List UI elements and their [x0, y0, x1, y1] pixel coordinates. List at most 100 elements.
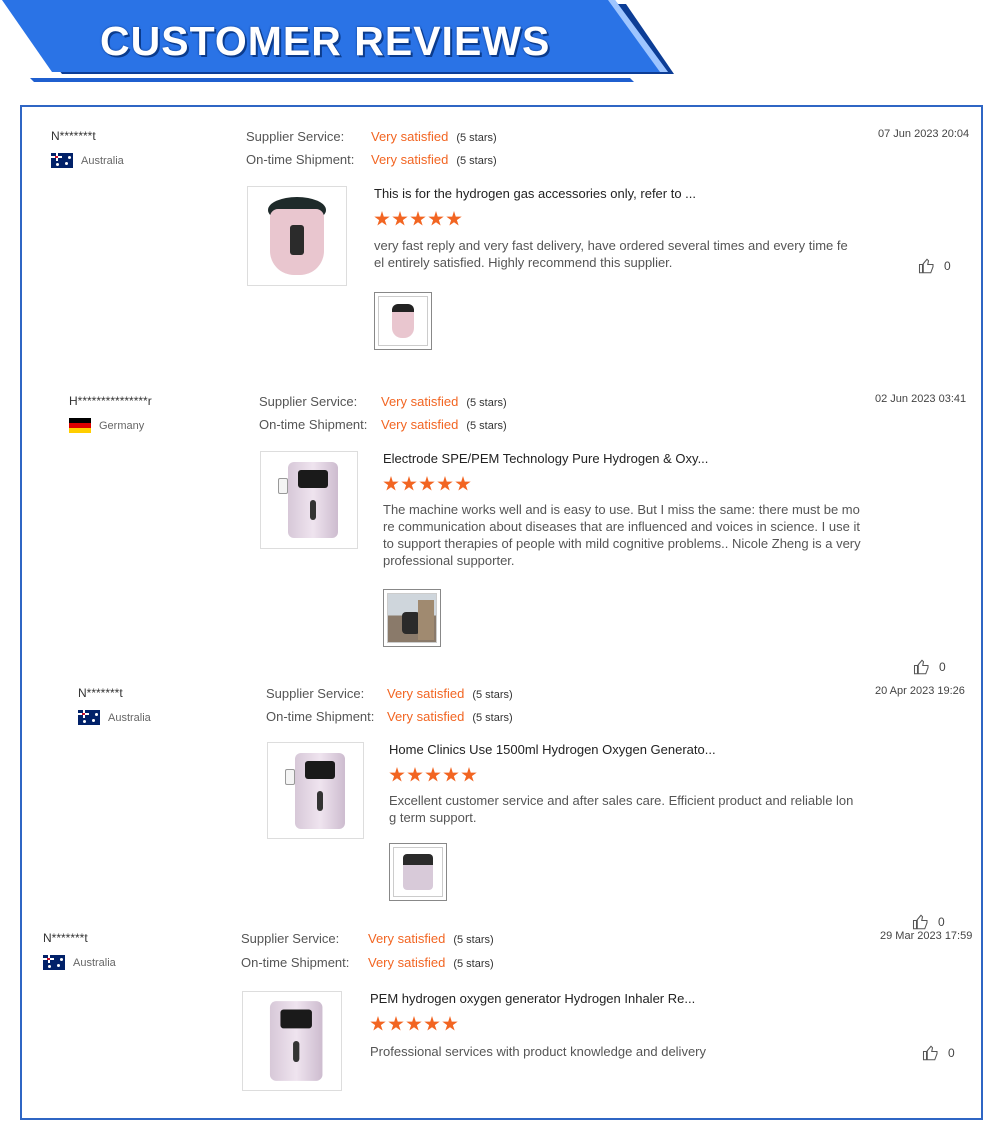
rating-label: On-time Shipment:: [246, 152, 355, 167]
rating-stars: [374, 211, 462, 227]
star-icon: [407, 767, 423, 782]
product-image[interactable]: [267, 742, 364, 839]
review-photo[interactable]: [374, 292, 432, 350]
australia-flag-icon: [51, 153, 73, 168]
review-date: 02 Jun 2023 03:41: [875, 393, 967, 405]
product-image[interactable]: [260, 451, 358, 549]
review-text: very fast reply and very fast delivery, …: [374, 238, 848, 270]
rating-value: Very satisfied: [387, 686, 465, 701]
country-name: Australia: [108, 711, 151, 724]
review-photo[interactable]: [383, 589, 441, 647]
like-count: 0: [948, 1046, 955, 1060]
star-icon: [370, 1016, 386, 1031]
rating-label: On-time Shipment:: [241, 955, 350, 970]
star-icon: [401, 476, 417, 491]
rating-label: Supplier Service:: [246, 129, 345, 144]
star-icon: [410, 211, 426, 226]
country-name: Australia: [81, 154, 124, 167]
rating-value: Very satisfied: [371, 152, 449, 167]
reviews-panel: N*******t Australia Supplier Service: Ve…: [20, 105, 983, 1120]
product-title-link[interactable]: Home Clinics Use 1500ml Hydrogen Oxygen …: [389, 742, 716, 757]
rating-value: Very satisfied: [368, 931, 446, 946]
rating-value: Very satisfied: [381, 394, 459, 409]
star-icon: [443, 767, 459, 782]
star-icon: [424, 1016, 440, 1031]
reviewer-country: Australia: [51, 153, 124, 168]
review-item: N*******t Australia Supplier Service: Ve…: [22, 664, 981, 930]
rating-stars: [383, 476, 471, 492]
star-icon: [437, 476, 453, 491]
review-text: The machine works well and is easy to us…: [383, 502, 861, 568]
star-icon: [442, 1016, 458, 1031]
star-icon: [419, 476, 435, 491]
star-icon: [446, 211, 462, 226]
rating-value: Very satisfied: [368, 955, 446, 970]
rating-stars: [370, 1016, 458, 1032]
supplier-service-rating: Supplier Service: Very satisfied (5 star…: [266, 686, 513, 701]
rating-value: Very satisfied: [371, 129, 449, 144]
product-image[interactable]: [242, 991, 342, 1091]
country-name: Australia: [73, 956, 116, 969]
supplier-service-rating: Supplier Service: Very satisfied (5 star…: [241, 931, 494, 946]
review-item: H***************r Germany Supplier Servi…: [22, 372, 981, 675]
banner-title: CUSTOMER REVIEWS: [100, 18, 551, 64]
rating-label: Supplier Service:: [241, 931, 340, 946]
star-icon: [388, 1016, 404, 1031]
product-title-link[interactable]: PEM hydrogen oxygen generator Hydrogen I…: [370, 991, 695, 1006]
review-date: 07 Jun 2023 20:04: [878, 128, 970, 140]
star-icon: [461, 767, 477, 782]
rating-label: On-time Shipment:: [266, 709, 375, 724]
star-icon: [455, 476, 471, 491]
product-image[interactable]: [247, 186, 347, 286]
review-photo[interactable]: [389, 843, 447, 901]
product-title-link[interactable]: Electrode SPE/PEM Technology Pure Hydrog…: [383, 451, 708, 466]
rating-stars-text: (5 stars): [456, 155, 497, 167]
rating-stars-text: (5 stars): [456, 132, 497, 144]
reviewer-name: H***************r: [69, 394, 152, 408]
star-icon: [374, 211, 390, 226]
australia-flag-icon: [78, 710, 100, 725]
supplier-service-rating: Supplier Service: Very satisfied (5 star…: [246, 129, 497, 144]
star-icon: [406, 1016, 422, 1031]
star-icon: [425, 767, 441, 782]
review-text: Excellent customer service and after sal…: [389, 793, 854, 825]
star-icon: [428, 211, 444, 226]
rating-label: Supplier Service:: [266, 686, 365, 701]
shipment-rating: On-time Shipment: Very satisfied (5 star…: [266, 709, 513, 724]
rating-value: Very satisfied: [381, 417, 459, 432]
thumbs-up-icon: [918, 258, 934, 274]
supplier-service-rating: Supplier Service: Very satisfied (5 star…: [259, 394, 507, 409]
star-icon: [389, 767, 405, 782]
reviewer-name: N*******t: [51, 129, 96, 143]
reviewer-name: N*******t: [43, 931, 88, 945]
thumbs-up-icon: [922, 1045, 938, 1061]
like-button[interactable]: 0: [922, 1044, 955, 1062]
shipment-rating: On-time Shipment: Very satisfied (5 star…: [241, 955, 494, 970]
review-date: 29 Mar 2023 17:59: [880, 930, 973, 942]
reviews-banner: CUSTOMER REVIEWS: [0, 0, 700, 84]
rating-stars-text: (5 stars): [466, 397, 507, 409]
star-icon: [383, 476, 399, 491]
review-item: N*******t Australia Supplier Service: Ve…: [22, 107, 981, 367]
rating-stars-text: (5 stars): [453, 958, 494, 970]
reviewer-country: Australia: [78, 710, 151, 725]
review-text: Professional services with product knowl…: [370, 1044, 707, 1059]
germany-flag-icon: [69, 418, 91, 433]
country-name: Germany: [99, 419, 145, 432]
shipment-rating: On-time Shipment: Very satisfied (5 star…: [246, 152, 497, 167]
rating-stars-text: (5 stars): [453, 934, 494, 946]
review-item: N*******t Australia Supplier Service: Ve…: [22, 909, 981, 1119]
shipment-rating: On-time Shipment: Very satisfied (5 star…: [259, 417, 507, 432]
rating-stars-text: (5 stars): [472, 712, 513, 724]
like-count: 0: [944, 259, 951, 273]
product-title-link[interactable]: This is for the hydrogen gas accessories…: [374, 186, 696, 201]
rating-label: On-time Shipment:: [259, 417, 368, 432]
review-date: 20 Apr 2023 19:26: [875, 685, 965, 697]
australia-flag-icon: [43, 955, 65, 970]
rating-stars: [389, 767, 477, 783]
like-button[interactable]: 0: [918, 257, 951, 275]
rating-stars-text: (5 stars): [472, 689, 513, 701]
reviewer-name: N*******t: [78, 686, 123, 700]
rating-value: Very satisfied: [387, 709, 465, 724]
reviewer-country: Germany: [69, 418, 144, 433]
